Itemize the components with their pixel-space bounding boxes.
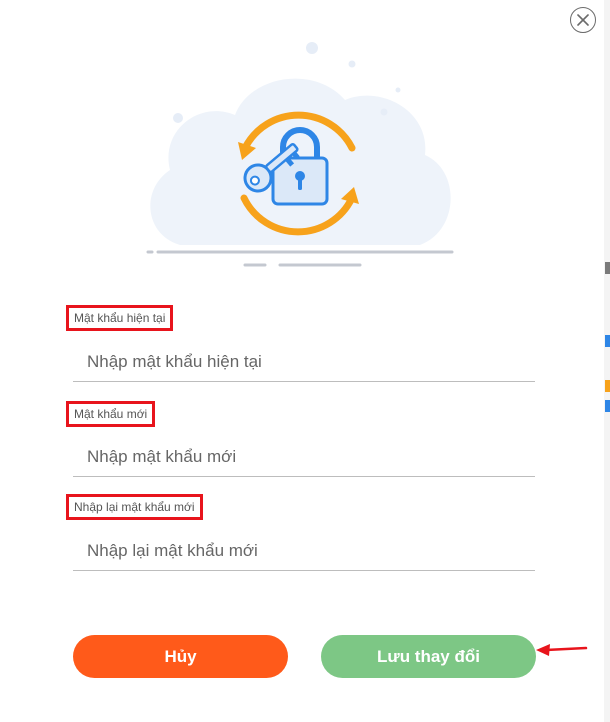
current-password-label: Mật khẩu hiện tại [74, 311, 166, 325]
current-password-input[interactable] [73, 342, 535, 382]
current-password-label-highlight: Mật khẩu hiện tại [66, 305, 174, 331]
confirm-password-input[interactable] [73, 531, 535, 571]
new-password-label: Mật khẩu mới [74, 407, 148, 421]
background-edge [604, 0, 610, 722]
edge-mark [605, 335, 610, 347]
password-reset-illustration [146, 42, 454, 267]
confirm-password-label: Nhập lại mật khẩu mới [74, 500, 195, 514]
close-button[interactable] [570, 7, 596, 33]
page: Mật khẩu hiện tại Mật khẩu mới Nhập lại … [0, 0, 610, 722]
confirm-password-label-highlight: Nhập lại mật khẩu mới [66, 494, 203, 520]
edge-mark [605, 400, 610, 412]
edge-mark [605, 262, 610, 274]
new-password-input[interactable] [73, 437, 535, 477]
cancel-button[interactable]: Hủy [73, 635, 288, 678]
close-icon [577, 14, 589, 26]
save-changes-button[interactable]: Lưu thay đổi [321, 635, 536, 678]
annotation-arrow [536, 644, 588, 656]
new-password-label-highlight: Mật khẩu mới [66, 401, 156, 427]
edge-mark [605, 380, 610, 392]
change-password-dialog: Mật khẩu hiện tại Mật khẩu mới Nhập lại … [0, 0, 605, 722]
